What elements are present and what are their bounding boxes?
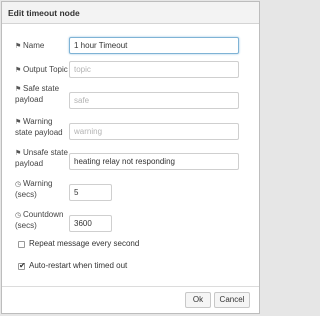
clock-icon: ◷ xyxy=(15,181,22,188)
checkmark-icon: ✔ xyxy=(19,261,26,270)
repeat-checkbox-label[interactable]: Repeat message every second xyxy=(29,239,139,248)
safe-payload-input[interactable] xyxy=(69,92,239,109)
dialog-title: Edit timeout node xyxy=(8,8,80,18)
name-input[interactable] xyxy=(69,37,239,54)
ok-button[interactable]: Ok xyxy=(185,292,211,308)
warning-payload-input[interactable] xyxy=(69,123,239,140)
output-topic-label: ⚑ Output Topic xyxy=(15,65,68,74)
countdown-secs-input[interactable] xyxy=(69,215,112,232)
tag-icon: ⚑ xyxy=(15,43,22,50)
warning-secs-input[interactable] xyxy=(69,184,112,201)
repeat-checkbox[interactable] xyxy=(18,241,25,248)
dialog-titlebar: Edit timeout node xyxy=(2,2,259,24)
cancel-button[interactable]: Cancel xyxy=(214,292,250,308)
unsafe-payload-input[interactable] xyxy=(69,153,239,170)
tag-icon: ⚑ xyxy=(15,67,22,74)
dialog-footer: Ok Cancel xyxy=(2,286,259,313)
warning-payload-label: ⚑ Warning state payload xyxy=(15,117,63,137)
edit-node-dialog: Edit timeout node ⚑Name ⚑Output Topic ⚑S… xyxy=(1,1,260,314)
tag-icon: ⚑ xyxy=(15,86,22,93)
autorestart-checkbox[interactable]: ✔ xyxy=(18,261,26,270)
tag-icon: ⚑ xyxy=(15,119,22,126)
clock-icon: ◷ xyxy=(15,212,22,219)
output-topic-input[interactable] xyxy=(69,61,239,78)
name-label: ⚑ Name xyxy=(15,41,45,50)
tag-icon: ⚑ xyxy=(15,150,22,157)
safe-payload-label: ⚑ Safe state payload xyxy=(15,84,60,104)
unsafe-payload-label: ⚑ Unsafe state payload xyxy=(15,148,68,168)
countdown-secs-label: ◷ Countdown (secs) xyxy=(15,210,64,230)
autorestart-checkbox-label[interactable]: Auto-restart when timed out xyxy=(29,261,127,270)
warning-secs-label: ◷ Warning (secs) xyxy=(15,179,53,199)
